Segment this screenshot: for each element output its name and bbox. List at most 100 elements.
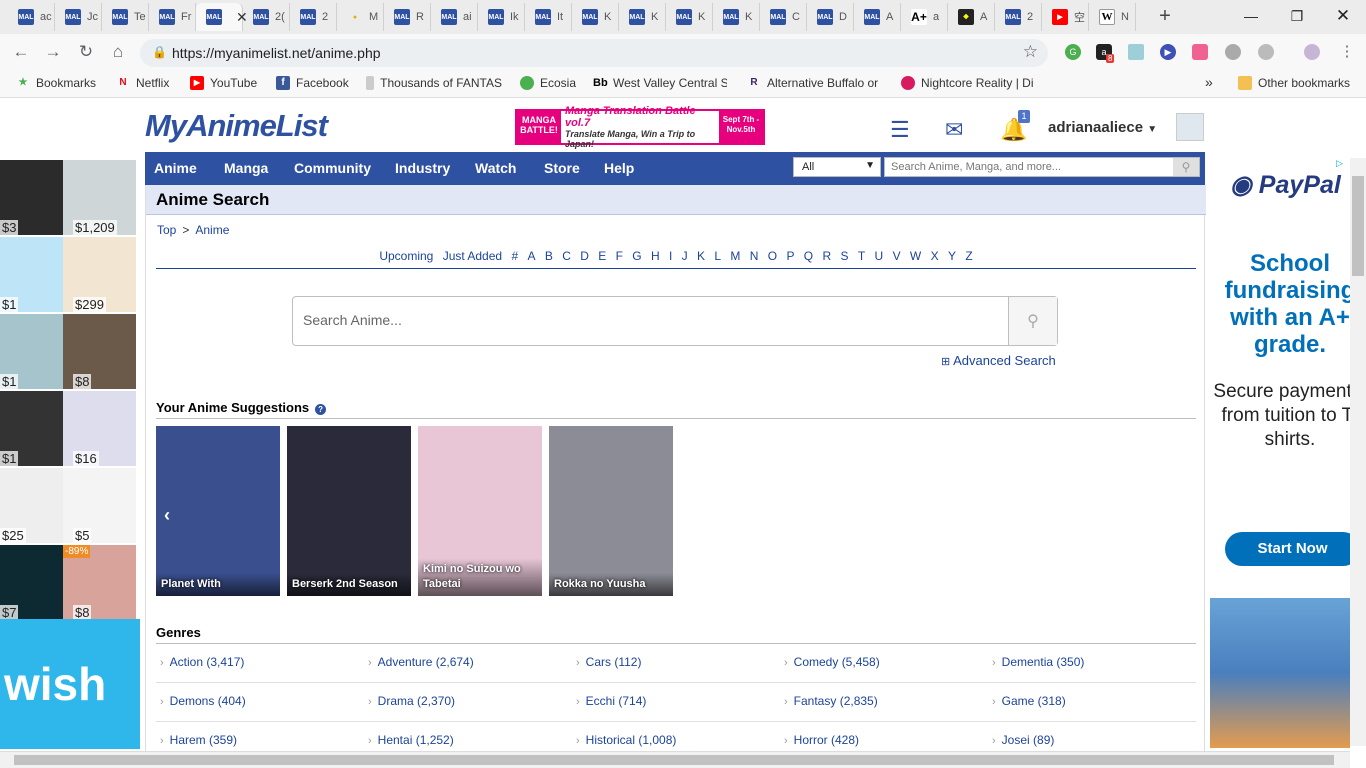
- alpha-link[interactable]: Y: [948, 249, 956, 263]
- promo-banner[interactable]: MANGA BATTLE! Manga Translation Battle v…: [515, 105, 765, 149]
- ad-product[interactable]: $1: [0, 314, 63, 389]
- browser-tab[interactable]: WN: [1089, 3, 1136, 31]
- user-menu[interactable]: adrianaaliece ▼: [1048, 119, 1157, 136]
- browser-tab[interactable]: ▶ 空: [1042, 3, 1089, 31]
- bookmark-west-valley[interactable]: Bb West Valley Central S: [593, 76, 727, 90]
- browser-tab[interactable]: MAL C: [760, 3, 807, 31]
- alpha-link[interactable]: P: [786, 249, 794, 263]
- alpha-link[interactable]: U: [875, 249, 884, 263]
- search-icon[interactable]: ⚲: [1173, 158, 1199, 176]
- minimize-button[interactable]: —: [1228, 0, 1274, 32]
- ad-product[interactable]: $16: [63, 391, 136, 466]
- video-extension-icon[interactable]: [1192, 44, 1208, 60]
- ad-product[interactable]: $25: [0, 468, 63, 543]
- breadcrumb-top[interactable]: Top: [157, 223, 176, 237]
- browser-tab[interactable]: ● M: [337, 3, 384, 31]
- alpha-link[interactable]: K: [697, 249, 705, 263]
- bookmark-ecosia[interactable]: Ecosia: [520, 76, 576, 90]
- browser-tab[interactable]: MAL A: [854, 3, 901, 31]
- forward-button[interactable]: →: [42, 42, 64, 64]
- browser-tab[interactable]: MAL K: [666, 3, 713, 31]
- alpha-link[interactable]: X: [931, 249, 939, 263]
- address-bar[interactable]: 🔒 https://myanimelist.net/anime.php ☆: [140, 39, 1048, 67]
- bookmark-youtube[interactable]: ▶ YouTube: [190, 76, 257, 90]
- anime-suggestion-card[interactable]: Berserk 2nd Season: [287, 426, 411, 596]
- alpha-link[interactable]: R: [822, 249, 831, 263]
- alpha-link[interactable]: V: [893, 249, 901, 263]
- ad-product[interactable]: $3: [0, 160, 63, 235]
- nav-anime[interactable]: Anime: [154, 160, 197, 176]
- horizontal-scrollbar[interactable]: [0, 751, 1350, 768]
- browser-tab[interactable]: MAL 2: [290, 3, 337, 31]
- nav-help[interactable]: Help: [604, 160, 634, 176]
- browser-tab[interactable]: MAL 2: [995, 3, 1042, 31]
- ad-product[interactable]: $1,209: [63, 160, 136, 235]
- alpha-link[interactable]: J: [682, 249, 688, 263]
- help-icon[interactable]: ?: [315, 404, 327, 415]
- close-window-button[interactable]: ✕: [1320, 0, 1366, 32]
- scrollbar-thumb[interactable]: [14, 755, 1334, 765]
- alpha-link[interactable]: H: [651, 249, 660, 263]
- list-icon[interactable]: ☰: [890, 117, 910, 143]
- alpha-link[interactable]: S: [841, 249, 849, 263]
- genre-link[interactable]: › Ecchi (714): [576, 694, 646, 708]
- bookmark-bookmarks[interactable]: ★ Bookmarks: [16, 76, 97, 90]
- bookmark-netflix[interactable]: N Netflix: [116, 76, 169, 90]
- ad-product[interactable]: -89% $8: [63, 545, 136, 620]
- alpha-link[interactable]: Q: [804, 249, 813, 263]
- anime-suggestion-card[interactable]: Planet With: [156, 426, 280, 596]
- bookmark-alt-buffalo[interactable]: R Alternative Buffalo or: [747, 76, 883, 90]
- bookmark-facebook[interactable]: f Facebook: [276, 76, 349, 90]
- nav-industry[interactable]: Industry: [395, 160, 450, 176]
- start-now-button[interactable]: Start Now: [1225, 532, 1350, 566]
- ad-product[interactable]: $1: [0, 391, 63, 466]
- ad-product[interactable]: $1: [0, 237, 63, 312]
- browser-tab[interactable]: MAL K: [713, 3, 760, 31]
- bookmark-star-icon[interactable]: ☆: [1023, 42, 1038, 62]
- carousel-prev-chevron-icon[interactable]: ‹: [164, 505, 170, 526]
- browser-tab[interactable]: MAL It: [525, 3, 572, 31]
- ad-product[interactable]: $7: [0, 545, 63, 620]
- nav-manga[interactable]: Manga: [224, 160, 268, 176]
- user-avatar[interactable]: [1176, 113, 1204, 141]
- alpha-link[interactable]: I: [669, 249, 672, 263]
- alpha-link[interactable]: Just Added: [443, 249, 502, 263]
- genre-link[interactable]: › Hentai (1,252): [368, 733, 454, 747]
- home-button[interactable]: ⌂: [107, 42, 129, 64]
- scrollbar-thumb[interactable]: [1352, 176, 1364, 276]
- alpha-link[interactable]: Upcoming: [379, 249, 433, 263]
- maximize-button[interactable]: ❐: [1274, 0, 1320, 32]
- alpha-link[interactable]: W: [910, 249, 921, 263]
- genre-link[interactable]: › Cars (112): [576, 655, 641, 669]
- genre-link[interactable]: › Adventure (2,674): [368, 655, 474, 669]
- grammarly-extension-icon[interactable]: G: [1065, 44, 1081, 60]
- extension-icon[interactable]: [1258, 44, 1274, 60]
- back-button[interactable]: ←: [10, 42, 32, 64]
- genre-link[interactable]: › Comedy (5,458): [784, 655, 880, 669]
- menu-kebab-icon[interactable]: ⋮: [1336, 42, 1358, 64]
- genre-link[interactable]: › Game (318): [992, 694, 1066, 708]
- alpha-link[interactable]: C: [562, 249, 571, 263]
- alpha-link[interactable]: T: [858, 249, 865, 263]
- browser-tab[interactable]: MAL Jc: [55, 3, 102, 31]
- bookmark-nightcore[interactable]: Nightcore Reality | Di: [901, 76, 1035, 90]
- browser-tab[interactable]: MAL Ik: [478, 3, 525, 31]
- ad-product[interactable]: $299: [63, 237, 136, 312]
- alpha-link[interactable]: G: [632, 249, 641, 263]
- vertical-scrollbar[interactable]: [1350, 158, 1366, 746]
- anime-search-input[interactable]: Search Anime...: [293, 297, 1008, 345]
- genre-link[interactable]: › Dementia (350): [992, 655, 1084, 669]
- genre-link[interactable]: › Josei (89): [992, 733, 1054, 747]
- mail-icon[interactable]: ✉: [945, 117, 963, 143]
- browser-tab[interactable]: MAL 2(: [243, 3, 290, 31]
- global-search-input[interactable]: Search Anime, Manga, and more... ⚲: [884, 157, 1200, 177]
- browser-tab[interactable]: MAL ac: [8, 3, 55, 31]
- alpha-link[interactable]: Z: [965, 249, 972, 263]
- nav-community[interactable]: Community: [294, 160, 371, 176]
- extension-icon[interactable]: [1225, 44, 1241, 60]
- nav-watch[interactable]: Watch: [475, 160, 516, 176]
- alpha-link[interactable]: L: [714, 249, 721, 263]
- more-bookmarks-button[interactable]: »: [1205, 74, 1213, 90]
- play-extension-icon[interactable]: ▶: [1160, 44, 1176, 60]
- genre-link[interactable]: › Historical (1,008): [576, 733, 676, 747]
